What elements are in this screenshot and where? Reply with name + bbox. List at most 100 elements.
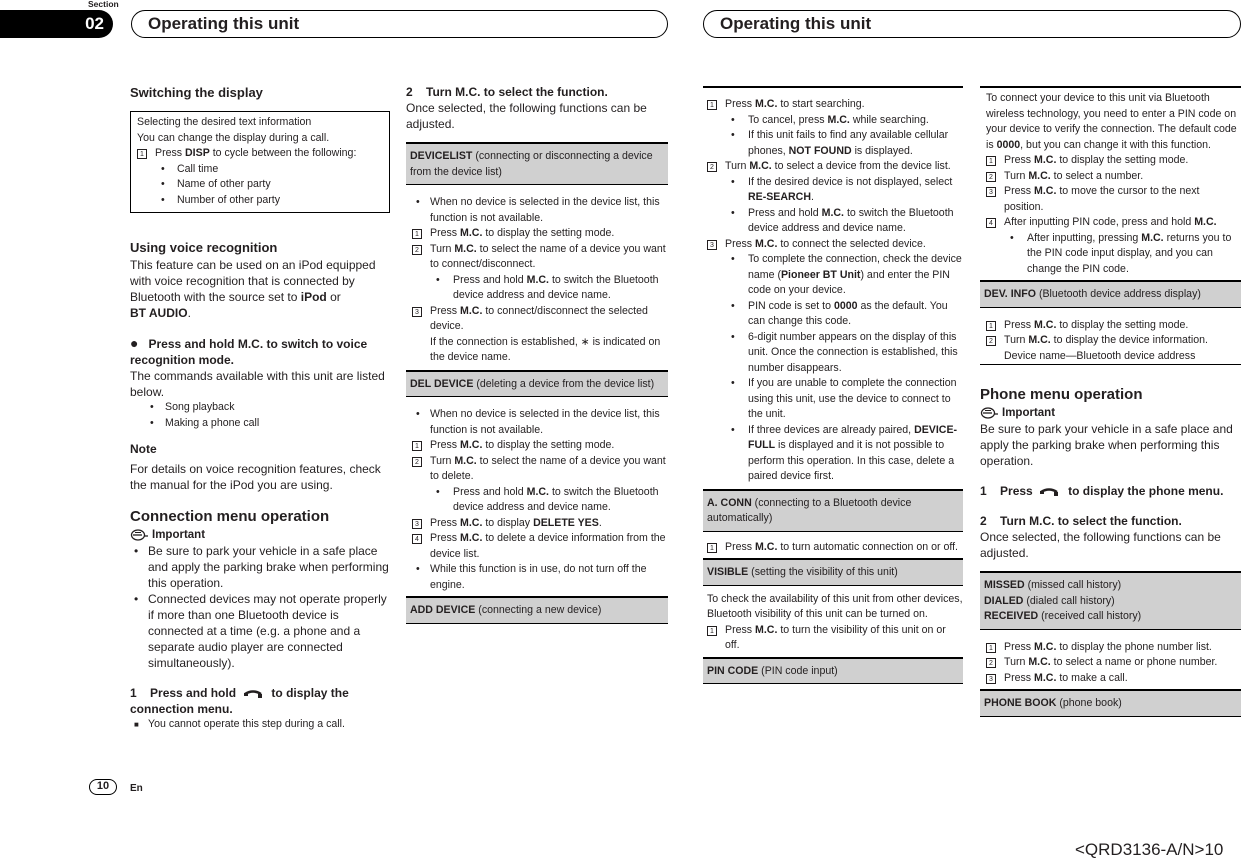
bullet-icon: •: [150, 416, 154, 429]
bullet-icon: •: [731, 299, 735, 312]
step-item: 2 Turn M.C. to select the name of a devic…: [412, 454, 668, 485]
bullet-icon: •: [161, 193, 165, 206]
bullet-icon: •: [731, 206, 735, 219]
page-number-badge: 10: [89, 779, 117, 795]
sub-item: • If three devices are already paired, DE…: [731, 423, 958, 483]
step-item: 1 Press DISP to cycle between the followi…: [137, 146, 383, 162]
bullet-icon: •: [436, 273, 440, 286]
history-received: RECEIVED (received call history): [984, 610, 1142, 622]
sub-item: • If the desired device is not displayed,…: [731, 175, 953, 204]
step-number-icon: 2: [707, 162, 717, 172]
pin-code-text: To connect your device to this unit via …: [986, 92, 1237, 151]
function-header-add-device: ADD DEVICE (connecting a new device): [406, 596, 668, 624]
sub-item: • If this unit fails to find any availabl…: [731, 129, 949, 157]
bullet-icon: •: [436, 485, 440, 498]
bullet-icon: •: [161, 162, 165, 175]
sub-item: • To cancel, press M.C. while searching.: [707, 113, 963, 129]
important-item: • Be sure to park your vehicle in a safe …: [134, 544, 389, 590]
phone-menu-heading: Phone menu operation: [980, 386, 1143, 403]
bullet-icon: •: [731, 175, 735, 188]
step-number-icon: 1: [707, 100, 717, 110]
command-item: • Song playback: [144, 400, 390, 416]
section-number-badge: 02: [0, 10, 113, 38]
bullet-icon: •: [416, 408, 420, 420]
sub-item: • Press and hold M.C. to switch the Bluet…: [436, 273, 659, 302]
step-item: 2 Turn M.C. to select the name of a devic…: [412, 242, 668, 273]
phone-icon: [1040, 488, 1059, 496]
step-item: 1 Press M.C. to display the setting mode.: [986, 153, 1241, 169]
step-note: ■ You cannot operate this step during a c…: [130, 717, 390, 733]
bullet-icon: •: [731, 129, 735, 141]
function-header-del-device: DEL DEVICE (deleting a device from the d…: [406, 369, 668, 397]
list-item: • When no device is selected in the devic…: [416, 196, 660, 224]
option-item: • Call time: [137, 162, 383, 178]
important-label: Important: [130, 527, 390, 543]
important-icon: [980, 407, 998, 419]
history-missed: MISSED (missed call history): [984, 579, 1122, 591]
function-step-text: Once selected, the following functions c…: [406, 101, 647, 131]
step-item: 3 Press M.C. to connect/disconnect the se…: [412, 304, 668, 366]
function-header-dev-info: DEV. INFO (Bluetooth device address disp…: [980, 280, 1241, 308]
step-item: 1 Press M.C. to start searching.: [707, 97, 963, 113]
page-header-left: Operating this unit: [131, 10, 668, 38]
page-header-right: Operating this unit: [703, 10, 1241, 38]
step-item: 2 Turn M.C. to select a device from the d…: [707, 159, 963, 175]
bullet-icon: •: [161, 178, 165, 190]
step-number-icon: 1: [986, 642, 996, 653]
sub-item: • Press and hold M.C. to switch the Bluet…: [436, 485, 659, 514]
important-text: Be sure to park your vehicle in a safe p…: [980, 422, 1233, 468]
square-bullet-icon: ■: [134, 720, 139, 729]
phone-icon: [243, 690, 262, 698]
sub-item: • If you are unable to complete the conne…: [731, 377, 957, 420]
step-item: 1 Press M.C. to turn automatic connection…: [707, 540, 963, 556]
history-dialed: DIALED (dialed call history): [984, 594, 1115, 607]
step-item: 3 Press M.C. to display DELETE YES.: [412, 516, 668, 532]
bullet-icon: •: [1010, 231, 1014, 244]
step-number-icon: 4: [412, 534, 422, 544]
step-item: 1 Press M.C. to display the setting mode.: [412, 226, 668, 242]
bullet-icon: •: [416, 196, 420, 208]
option-item: • Name of other party: [137, 177, 383, 193]
step-number-icon: 3: [707, 239, 717, 250]
switching-display-box: Selecting the desired text information Y…: [130, 111, 390, 213]
step-item: 4 After inputting PIN code, press and hol…: [986, 215, 1241, 231]
step-item: 1 Press M.C. to display the setting mode.: [412, 438, 668, 454]
sub-item: • After inputting, pressing M.C. returns …: [1010, 231, 1232, 275]
step-item: 3 Press M.C. to move the cursor to the ne…: [986, 184, 1241, 215]
step-number-icon: 2: [986, 336, 996, 346]
step-number-icon: 4: [986, 218, 996, 228]
column-1: Switching the display Selecting the desi…: [130, 80, 390, 733]
step-number-icon: 1: [137, 149, 147, 159]
bullet-icon: •: [150, 401, 154, 413]
function-header-call-history: MISSED (missed call history) DIALED (dia…: [980, 571, 1241, 630]
bullet-icon: •: [731, 113, 735, 126]
step-number-icon: 2: [412, 456, 422, 467]
important-item: • Connected devices may not operate prope…: [134, 592, 387, 670]
option-item: • Number of other party: [137, 193, 383, 209]
step-number-icon: 2: [986, 658, 996, 668]
sub-item: • To complete the connection, check the d…: [731, 253, 962, 296]
list-item: • While this function is in use, do not t…: [416, 563, 647, 591]
connection-step-1: 1 Press and hold to display the connecti…: [130, 686, 349, 716]
voice-action: ● Press and hold M.C. to switch to voice…: [130, 335, 368, 367]
step-item: 2 Turn M.C. to display the device informa…: [986, 333, 1241, 364]
function-header-pin-code: PIN CODE (PIN code input): [703, 656, 963, 684]
bullet-icon: •: [731, 377, 735, 389]
step-number-icon: 1: [412, 441, 422, 451]
bullet-icon: •: [731, 330, 735, 343]
column-3: 1 Press M.C. to start searching. • To canc…: [703, 80, 963, 684]
phone-step-text: Once selected, the following functions c…: [980, 530, 1221, 560]
step-number-icon: 2: [412, 244, 422, 255]
step-number-icon: 1: [986, 320, 996, 331]
step-number-icon: 1: [707, 625, 717, 636]
sub-item: • Press and hold M.C. to switch the Bluet…: [731, 206, 954, 235]
step-number-icon: 3: [986, 673, 996, 684]
phone-step-2: 2 Turn M.C. to select the function.: [980, 514, 1182, 528]
switching-display-heading: Switching the display: [130, 85, 263, 100]
bullet-icon: •: [731, 253, 735, 265]
box-line: You can change the display during a call…: [137, 131, 330, 144]
important-label: Important: [980, 405, 1241, 421]
step-item: 1 Press M.C. to display the setting mode.: [986, 318, 1241, 334]
document-code: <QRD3136-A/N>10: [1075, 840, 1224, 859]
step-number-icon: 3: [412, 518, 422, 529]
